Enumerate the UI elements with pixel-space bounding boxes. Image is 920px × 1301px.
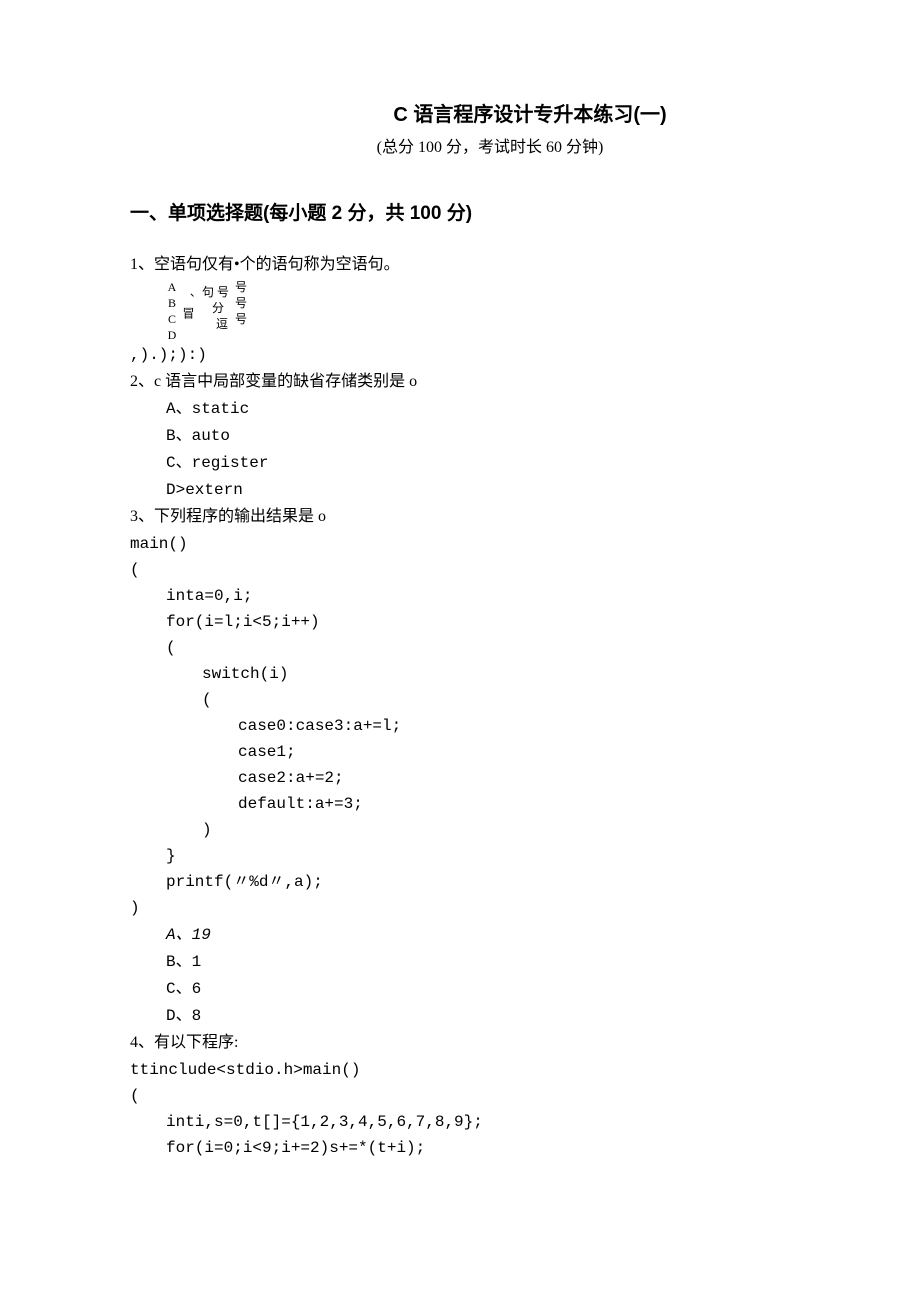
q4-code: for(i=0;i<9;i+=2)s+=*(t+i); (166, 1136, 790, 1160)
q3-code: case2:a+=2; (238, 766, 790, 790)
q4-stem: 4、有以下程序: (130, 1031, 790, 1055)
section-heading: 一、单项选择题(每小题 2 分，共 100 分) (130, 200, 790, 229)
q2-opt-d: D>extern (166, 478, 790, 502)
q3-code: ) (202, 818, 790, 842)
q3-code: default:a+=3; (238, 792, 790, 816)
q3-code: ) (130, 896, 790, 920)
q1-col3: 号 号 号 (235, 281, 247, 329)
q1-col2: 句 号 分 逗 (202, 286, 229, 334)
q3-code: ( (166, 636, 790, 660)
q1-labels: ABCD (166, 280, 178, 340)
q3-code: case0:case3:a+=l; (238, 714, 790, 738)
q2-opt-a: A、static (166, 397, 790, 421)
q3-opt-d: D、8 (166, 1004, 790, 1028)
q3-opt-c: C、6 (166, 977, 790, 1001)
q1-col1: 、冒 (182, 293, 194, 321)
q3-code: inta=0,i; (166, 584, 790, 608)
q1-options: ABCD 、冒 句 号 分 逗 号 号 号 (166, 280, 790, 340)
q2-opt-b: B、auto (166, 424, 790, 448)
q3-opt-b: B、1 (166, 950, 790, 974)
q3-stem: 3、下列程序的输出结果是 o (130, 505, 790, 529)
q3-code: ( (130, 558, 790, 582)
q2-opt-c: C、register (166, 451, 790, 475)
q4-code: ( (130, 1084, 790, 1108)
q3-code: for(i=l;i<5;i++) (166, 610, 790, 634)
q3-code: switch(i) (202, 662, 790, 686)
page-title: C 语言程序设计专升本练习(一) (270, 100, 790, 130)
q3-code: printf(〃%d〃,a); (166, 870, 790, 894)
page-subtitle: (总分 100 分，考试时长 60 分钟) (190, 136, 790, 160)
q3-opt-a: A、19 (166, 923, 790, 947)
q3-code: case1; (238, 740, 790, 764)
q4-code: ttinclude<stdio.h>main() (130, 1058, 790, 1082)
q2-stem: 2、c 语言中局部变量的缺省存储类别是 o (130, 370, 790, 394)
q3-code: main() (130, 532, 790, 556)
q1-stem: 1、空语句仅有•个的语句称为空语句。 (130, 253, 790, 277)
q3-code: } (166, 844, 790, 868)
q4-code: inti,s=0,t[]={1,2,3,4,5,6,7,8,9}; (166, 1110, 790, 1134)
q3-code: ( (202, 688, 790, 712)
q1-tail: ,).);):) (130, 343, 790, 367)
